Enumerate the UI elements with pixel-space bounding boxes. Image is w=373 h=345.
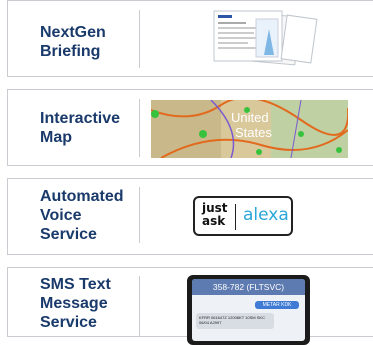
divider <box>139 99 140 157</box>
alexa-wordmark: alexa <box>243 205 289 225</box>
service-title[interactable]: SMS Text Message Service <box>40 275 111 332</box>
map-thumbnail-icon[interactable]: United States <box>151 100 348 158</box>
just-ask-label: just ask <box>202 201 228 228</box>
divider <box>139 187 140 243</box>
badge-divider <box>235 204 236 230</box>
map-label: United <box>231 110 269 125</box>
service-card-automated-voice[interactable]: Automated Voice Service just ask alexa <box>7 178 373 255</box>
map-label: States <box>235 125 272 140</box>
phone-sms-icon[interactable]: 358-782 (FLTSVC) METAR KDK KFRR 061647Z … <box>187 275 310 345</box>
service-title[interactable]: NextGen Briefing <box>40 23 106 61</box>
divider <box>139 10 140 68</box>
service-card-sms[interactable]: SMS Text Message Service 358-782 (FLTSVC… <box>7 267 373 345</box>
phone-screen: 358-782 (FLTSVC) METAR KDK KFRR 061647Z … <box>192 279 305 341</box>
service-card-interactive-map[interactable]: Interactive Map United States <box>7 89 373 166</box>
divider <box>139 276 140 336</box>
briefing-thumbnail-icon[interactable] <box>184 9 324 67</box>
alexa-badge-icon[interactable]: just ask alexa <box>193 196 293 236</box>
service-title[interactable]: Interactive Map <box>40 109 120 147</box>
sms-header: 358-782 (FLTSVC) <box>192 279 305 295</box>
service-card-nextgen-briefing[interactable]: NextGen Briefing <box>7 0 373 77</box>
service-title[interactable]: Automated Voice Service <box>40 187 124 244</box>
sms-sent-bubble: METAR KDK <box>255 301 299 309</box>
sms-received-bubble: KFRR 061647Z 12008KT 10SM SKC 06/04 A299… <box>196 313 274 329</box>
